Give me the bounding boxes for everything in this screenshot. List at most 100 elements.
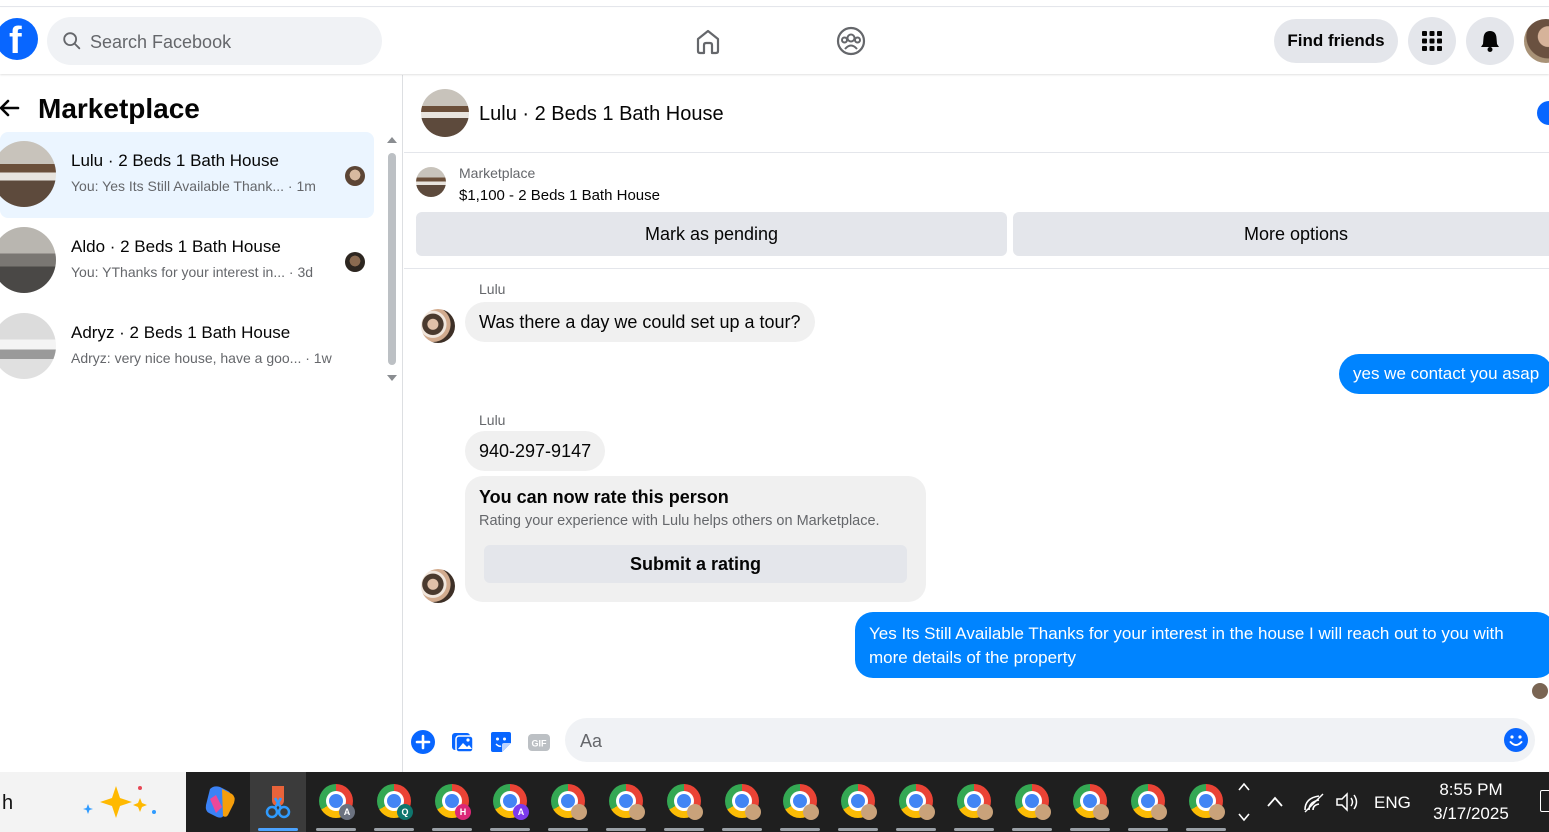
menu-button[interactable] xyxy=(1408,17,1456,65)
profile-badge xyxy=(803,804,819,820)
scroll-up-arrow-icon[interactable] xyxy=(387,137,397,143)
chat-info-icon[interactable] xyxy=(1537,101,1549,125)
running-app-indicator xyxy=(1128,828,1168,831)
facebook-logo[interactable]: f xyxy=(0,18,38,60)
conversation-name: Lulu · 2 Beds 1 Bath House xyxy=(71,151,279,170)
conversation-thumbnail xyxy=(0,313,56,379)
listing-thumbnail[interactable] xyxy=(416,167,446,197)
conversation-item[interactable]: Adryz · 2 Beds 1 Bath House Adryz: very … xyxy=(0,304,374,390)
clock-time: 8:55 PM xyxy=(1439,780,1503,799)
profile-badge xyxy=(571,804,587,820)
profile-avatar[interactable] xyxy=(1524,19,1549,63)
taskbar-search-text: h xyxy=(2,792,14,814)
conversation-preview: You: YThanks for your interest in... · 3… xyxy=(71,264,314,280)
taskbar-snipping-app[interactable] xyxy=(250,772,306,832)
conversation-name: Adryz · 2 Beds 1 Bath House xyxy=(71,323,291,342)
snipping-tool-icon xyxy=(265,786,291,819)
submit-rating-button[interactable]: Submit a rating xyxy=(484,545,907,583)
running-app-indicator xyxy=(780,828,820,831)
taskbar-chrome-app[interactable] xyxy=(1178,772,1234,832)
running-app-indicator xyxy=(490,828,530,831)
emoji-icon[interactable] xyxy=(1503,727,1529,753)
scroll-down-arrow-icon[interactable] xyxy=(387,375,397,381)
sidebar-scrollbar[interactable] xyxy=(386,135,398,455)
taskbar-chrome-app[interactable] xyxy=(656,772,712,832)
taskbar-clock[interactable]: 8:55 PM 3/17/2025 xyxy=(1420,778,1522,826)
search-input[interactable]: Search Facebook xyxy=(90,32,231,53)
profile-badge: Q xyxy=(397,804,413,820)
find-friends-button[interactable]: Find friends xyxy=(1274,19,1398,63)
wifi-icon[interactable] xyxy=(1301,790,1327,814)
running-app-indicator xyxy=(316,828,356,831)
taskbar-scroll-arrows-icon xyxy=(1238,782,1250,822)
volume-icon[interactable] xyxy=(1334,790,1360,814)
incoming-message[interactable]: Was there a day we could set up a tour? xyxy=(465,302,815,342)
running-app-indicator xyxy=(664,828,704,831)
search-box[interactable]: Search Facebook xyxy=(47,17,382,65)
outgoing-message[interactable]: Yes Its Still Available Thanks for your … xyxy=(855,612,1549,678)
participant-avatar xyxy=(345,252,365,272)
chat-title[interactable]: Lulu · 2 Beds 1 Bath House xyxy=(479,103,724,126)
svg-text:GIF: GIF xyxy=(532,739,548,749)
chat-avatar[interactable] xyxy=(421,89,469,137)
taskbar-chrome-app[interactable] xyxy=(1120,772,1176,832)
listing-price-title[interactable]: $1,100 - 2 Beds 1 Bath House xyxy=(459,187,660,204)
plus-icon[interactable] xyxy=(410,729,436,755)
sparkle-icon xyxy=(83,786,156,818)
profile-badge xyxy=(1093,804,1109,820)
taskbar-search-box[interactable]: h xyxy=(0,772,186,832)
home-icon[interactable] xyxy=(692,25,724,57)
photo-icon[interactable] xyxy=(449,729,475,755)
running-app-indicator xyxy=(1012,828,1052,831)
taskbar-chrome-app[interactable] xyxy=(1004,772,1060,832)
facebook-header: f Search Facebook Find friends xyxy=(0,8,1549,74)
groups-icon[interactable] xyxy=(835,25,867,57)
sender-avatar[interactable] xyxy=(421,309,455,343)
scrollbar-thumb[interactable] xyxy=(388,153,396,365)
taskbar-chrome-app[interactable] xyxy=(1062,772,1118,832)
message-sender-name: Lulu xyxy=(479,412,506,428)
taskbar-chrome-app[interactable] xyxy=(830,772,886,832)
conversation-preview: You: Yes Its Still Available Thank... · … xyxy=(71,178,316,194)
conversation-item[interactable]: Aldo · 2 Beds 1 Bath House You: YThanks … xyxy=(0,218,374,304)
sidebar-title: Marketplace xyxy=(38,93,200,124)
outgoing-message[interactable]: yes we contact you asap xyxy=(1339,354,1549,394)
taskbar-chrome-app[interactable]: H xyxy=(424,772,480,832)
taskbar-chrome-app[interactable]: A xyxy=(308,772,364,832)
listing-label: Marketplace xyxy=(459,165,536,181)
running-app-indicator xyxy=(722,828,762,831)
message-input[interactable]: Aa xyxy=(565,718,1535,762)
conversation-item[interactable]: Lulu · 2 Beds 1 Bath House You: Yes Its … xyxy=(0,132,374,218)
active-app-indicator xyxy=(258,828,298,831)
taskbar-chrome-app[interactable] xyxy=(714,772,770,832)
taskbar-chrome-app[interactable] xyxy=(946,772,1002,832)
message-composer: GIF Aa xyxy=(404,715,1549,772)
language-indicator[interactable]: ENG xyxy=(1374,793,1411,817)
rating-card: You can now rate this person Rating your… xyxy=(465,476,926,602)
gif-icon[interactable]: GIF xyxy=(526,729,552,755)
notification-center-icon[interactable] xyxy=(1540,790,1549,812)
taskbar-chrome-app[interactable] xyxy=(772,772,828,832)
taskbar-scroll-buttons[interactable] xyxy=(1232,772,1256,832)
more-options-button[interactable]: More options xyxy=(1013,212,1549,256)
profile-badge xyxy=(629,804,645,820)
taskbar-chrome-app[interactable] xyxy=(888,772,944,832)
marketplace-sidebar: Marketplace Lulu · 2 Beds 1 Bath House Y… xyxy=(0,75,403,772)
seen-receipt-avatar xyxy=(1532,683,1548,699)
show-hidden-icons-icon[interactable] xyxy=(1265,794,1285,810)
profile-badge xyxy=(745,804,761,820)
sticker-icon[interactable] xyxy=(488,729,514,755)
taskbar-chrome-app[interactable] xyxy=(540,772,596,832)
back-arrow-icon[interactable] xyxy=(0,96,22,120)
taskbar-chrome-app[interactable]: Q xyxy=(366,772,422,832)
conversation-thumbnail xyxy=(0,141,56,207)
profile-badge xyxy=(1035,804,1051,820)
mark-as-pending-button[interactable]: Mark as pending xyxy=(416,212,1007,256)
taskbar-chrome-app[interactable] xyxy=(598,772,654,832)
profile-badge xyxy=(1209,804,1225,820)
notifications-button[interactable] xyxy=(1466,17,1514,65)
incoming-message[interactable]: 940-297-9147 xyxy=(465,431,606,471)
sender-avatar[interactable] xyxy=(421,569,455,603)
taskbar-chrome-app[interactable]: A xyxy=(482,772,538,832)
taskbar-copilot-app[interactable] xyxy=(192,772,248,832)
